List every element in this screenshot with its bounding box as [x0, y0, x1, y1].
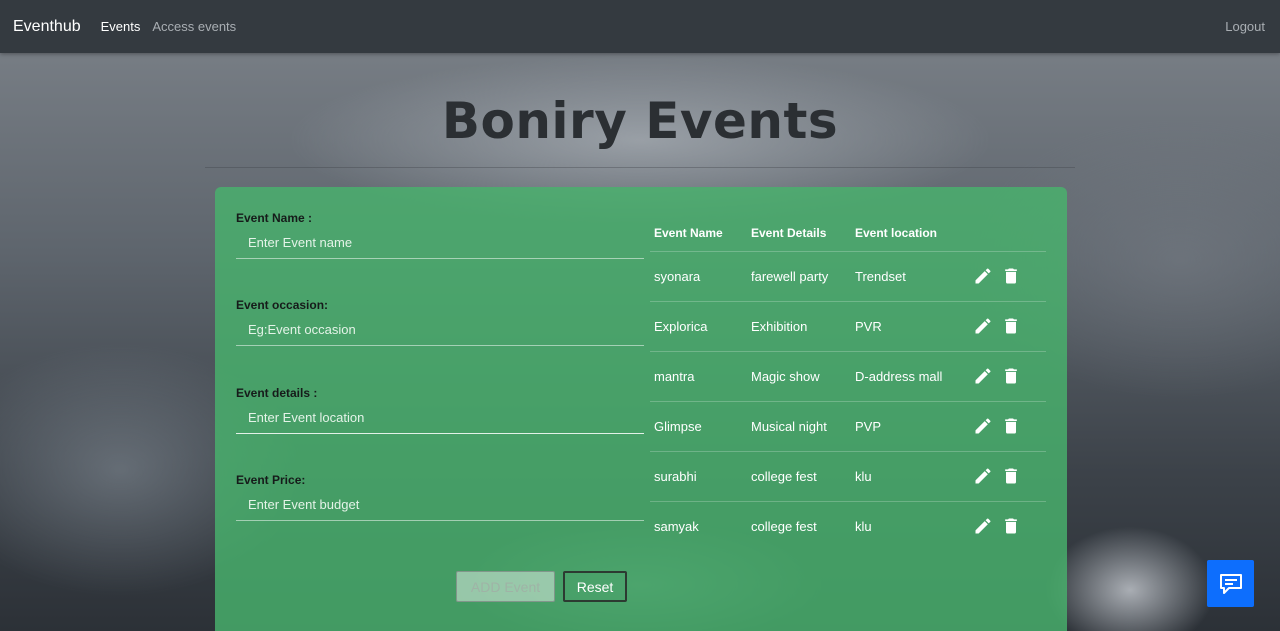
add-event-button[interactable]: ADD Event — [456, 571, 555, 602]
table-row: surabhi college fest klu — [650, 451, 1046, 502]
event-name-label: Event Name : — [236, 211, 313, 225]
header-actions — [969, 215, 1046, 252]
edit-icon[interactable] — [973, 266, 993, 286]
cell-event-details: college fest — [751, 518, 817, 534]
cell-event-name: samyak — [654, 518, 699, 534]
cell-event-name: Explorica — [650, 301, 747, 352]
event-price-group: Event Price: — [236, 473, 644, 521]
cell-event-location: klu — [851, 451, 969, 502]
logout-link[interactable]: Logout — [1225, 19, 1265, 34]
row-actions — [969, 451, 1046, 502]
cell-event-location: Trendset — [851, 251, 969, 302]
header-event-name: Event Name — [650, 215, 747, 252]
cell-event-details: Magic show — [747, 351, 851, 402]
header-event-location: Event location — [851, 215, 969, 252]
cell-event-location: PVR — [851, 301, 969, 352]
event-details-group: Event details : — [236, 386, 644, 434]
edit-icon[interactable] — [973, 466, 993, 486]
table-row: mantra Magic show D-address mall — [650, 351, 1046, 402]
delete-icon[interactable] — [1001, 266, 1021, 286]
edit-icon[interactable] — [973, 416, 993, 436]
cell-event-details: Exhibition — [747, 301, 851, 352]
cell-event-location: PVP — [851, 401, 969, 452]
cell-event-location: klu — [855, 518, 872, 534]
cell-event-name: surabhi — [650, 451, 747, 502]
event-price-input[interactable] — [236, 489, 644, 521]
table-row: Explorica Exhibition PVR — [650, 301, 1046, 352]
row-actions — [969, 401, 1046, 452]
cell-event-details: college fest — [747, 451, 851, 502]
event-occasion-label: Event occasion: — [236, 298, 329, 312]
edit-icon[interactable] — [973, 316, 993, 336]
event-name-input[interactable] — [236, 227, 644, 259]
nav-link-access-events[interactable]: Access events — [152, 19, 236, 34]
events-table-body: syonara farewell party Trendset Explorica Ex… — [650, 251, 1046, 551]
delete-icon[interactable] — [1001, 366, 1021, 386]
events-table: Event Name Event Details Event location … — [650, 215, 1046, 551]
cell-event-details: farewell party — [747, 251, 851, 302]
cell-event-name: Glimpse — [650, 401, 747, 452]
event-panel: Event Name : Event occasion: Event detai… — [215, 187, 1067, 631]
event-occasion-group: Event occasion: — [236, 298, 644, 346]
event-details-label: Event details : — [236, 386, 318, 400]
edit-icon[interactable] — [973, 516, 993, 536]
delete-icon[interactable] — [1001, 516, 1021, 536]
delete-icon[interactable] — [1001, 316, 1021, 336]
cell-event-name: syonara — [650, 251, 747, 302]
chat-icon — [1219, 573, 1242, 594]
row-actions — [969, 251, 1046, 302]
edit-icon[interactable] — [973, 366, 993, 386]
cell-event-details: Musical night — [747, 401, 851, 452]
event-occasion-input[interactable] — [236, 314, 644, 346]
table-header-row: Event Name Event Details Event location — [650, 215, 1046, 252]
chat-button[interactable] — [1207, 560, 1254, 607]
title-divider — [205, 167, 1075, 168]
event-name-group: Event Name : — [236, 211, 644, 259]
delete-icon[interactable] — [1001, 416, 1021, 436]
table-row: samyak college fest klu — [650, 501, 1046, 551]
delete-icon[interactable] — [1001, 466, 1021, 486]
event-price-label: Event Price: — [236, 473, 306, 487]
row-actions — [969, 351, 1046, 402]
header-event-details: Event Details — [747, 215, 851, 252]
page-title: Boniry Events — [441, 92, 839, 150]
row-actions — [969, 301, 1046, 352]
cell-event-location: D-address mall — [851, 351, 969, 402]
navbar: Eventhub Events Access events Logout — [0, 0, 1280, 53]
event-details-input[interactable] — [236, 402, 644, 434]
table-row: syonara farewell party Trendset — [650, 251, 1046, 302]
brand-logo[interactable]: Eventhub — [13, 18, 81, 36]
row-actions — [969, 501, 1046, 551]
cell-event-name: mantra — [650, 351, 747, 402]
reset-button[interactable]: Reset — [563, 571, 627, 602]
nav-link-events[interactable]: Events — [101, 19, 141, 34]
table-row: Glimpse Musical night PVP — [650, 401, 1046, 452]
